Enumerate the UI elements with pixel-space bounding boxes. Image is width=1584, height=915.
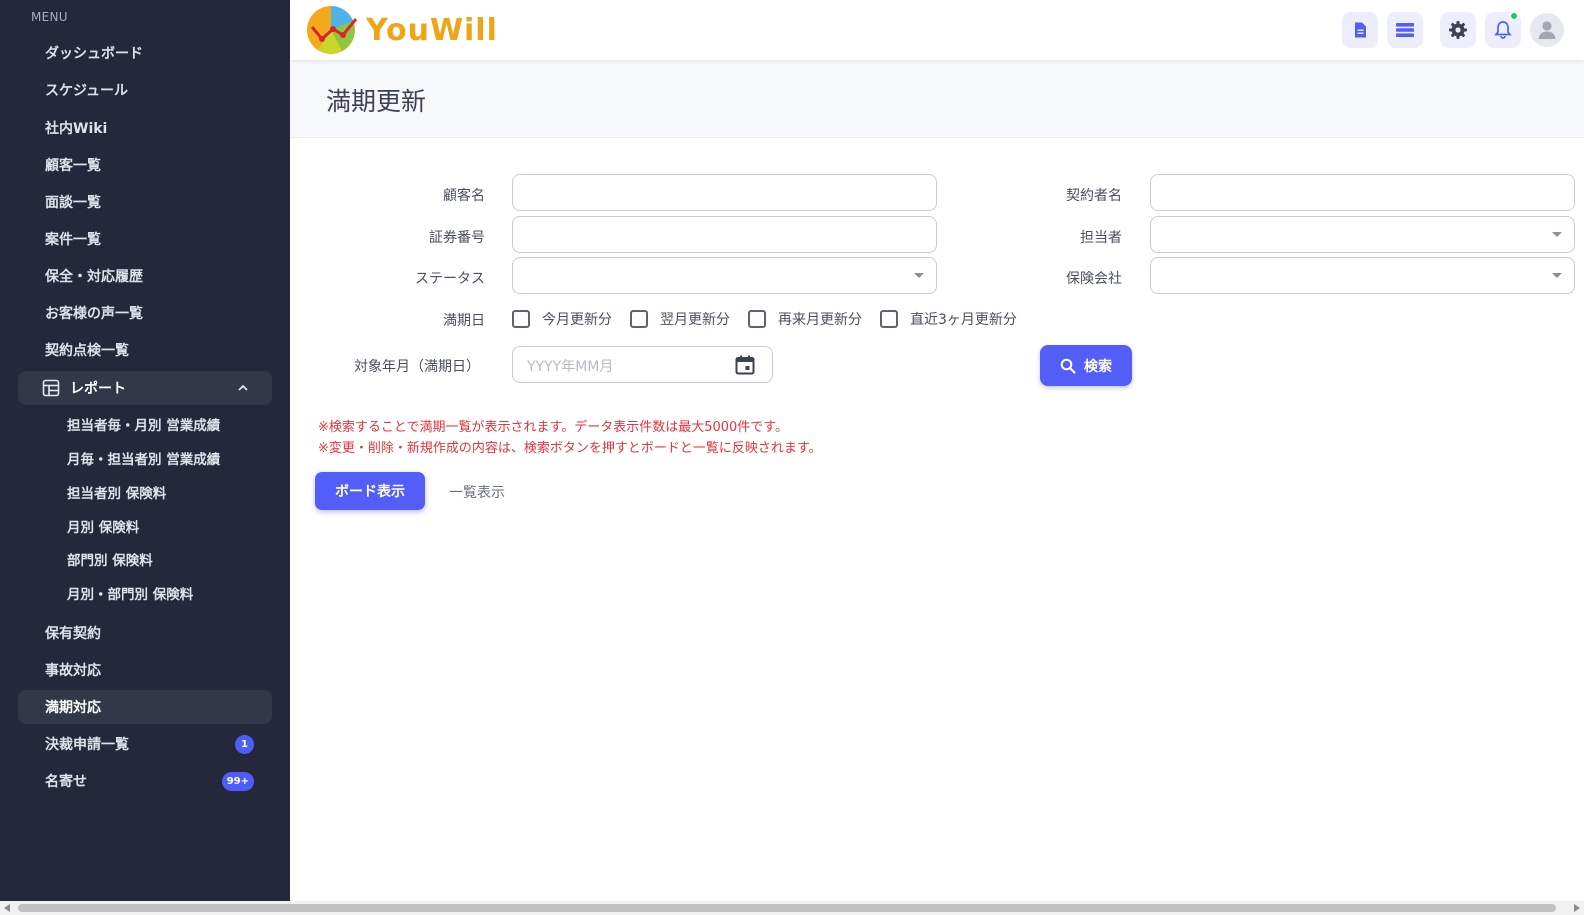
- checkbox-month-after-next[interactable]: 再来月更新分: [748, 309, 862, 329]
- gear-icon: [1449, 21, 1467, 39]
- bell-icon: [1494, 21, 1512, 39]
- approvals-count-badge: 1: [235, 735, 254, 754]
- maturity-checkbox-group: 今月更新分 翌月更新分 再来月更新分 直近3ヶ月更新分: [512, 309, 1035, 329]
- sidebar-subitem-sales-by-month-person[interactable]: 月毎・担当者別 営業成績: [67, 447, 220, 469]
- customer-name-label: 顧客名: [443, 188, 485, 204]
- settings-button[interactable]: [1440, 12, 1476, 48]
- sidebar-item-dashboard[interactable]: ダッシュボード: [18, 36, 272, 70]
- search-button[interactable]: 検索: [1040, 345, 1132, 386]
- notifications-button[interactable]: [1485, 12, 1521, 48]
- top-header: YouWill: [290, 0, 1584, 60]
- sidebar-item-accidents[interactable]: 事故対応: [18, 653, 272, 687]
- sidebar-item-name-merge-label: 名寄せ: [45, 774, 87, 790]
- checkbox-this-month-label: 今月更新分: [542, 312, 612, 328]
- menu-header: MENU: [31, 10, 68, 24]
- logo-mark-icon: [307, 6, 358, 54]
- report-icon: [42, 379, 60, 397]
- checkbox-next-month-label: 翌月更新分: [660, 312, 730, 328]
- sidebar-subitem-premium-by-month[interactable]: 月別 保険料: [67, 515, 139, 537]
- maturity-date-label: 満期日: [443, 313, 485, 329]
- sidebar-item-customers[interactable]: 顧客一覧: [18, 148, 272, 182]
- logo[interactable]: YouWill: [306, 5, 498, 55]
- sidebar-item-customer-voices[interactable]: お客様の声一覧: [18, 296, 272, 330]
- sidebar-item-approvals-label: 決裁申請一覧: [45, 737, 129, 753]
- sidebar-item-maintenance-history[interactable]: 保全・対応履歴: [18, 259, 272, 293]
- checkbox-month-after-next-label: 再来月更新分: [778, 312, 862, 328]
- checkbox-next-month-box[interactable]: [630, 310, 648, 328]
- tab-board-view[interactable]: ボード表示: [315, 472, 425, 510]
- target-month-input[interactable]: YYYY年MM月: [512, 346, 773, 383]
- target-month-label: 対象年月（満期日）: [354, 359, 480, 375]
- checkbox-this-month-box[interactable]: [512, 310, 530, 328]
- insurer-label: 保険会社: [1066, 271, 1122, 287]
- assignee-label: 担当者: [1080, 230, 1122, 246]
- insurer-select[interactable]: [1150, 257, 1575, 294]
- sidebar-subitem-premium-by-month-department[interactable]: 月別・部門別 保険料: [67, 582, 193, 604]
- sidebar-subitem-premium-by-department[interactable]: 部門別 保険料: [67, 548, 153, 570]
- sidebar-subitem-sales-by-person-month[interactable]: 担当者毎・月別 営業成績: [67, 413, 220, 435]
- checkbox-month-after-next-box[interactable]: [748, 310, 766, 328]
- checkbox-this-month[interactable]: 今月更新分: [512, 309, 612, 329]
- sidebar-subitem-premium-by-person[interactable]: 担当者別 保険料: [67, 481, 166, 503]
- search-note-line-1: ※検索することで満期一覧が表示されます。データ表示件数は最大5000件です。: [318, 420, 788, 435]
- sidebar-group-report[interactable]: レポート: [18, 371, 272, 405]
- contractor-name-label: 契約者名: [1066, 188, 1122, 204]
- status-select[interactable]: [512, 257, 937, 294]
- avatar[interactable]: [1530, 13, 1564, 47]
- status-dropdown-icon: [914, 273, 924, 278]
- status-label: ステータス: [415, 271, 485, 287]
- sidebar-item-wiki[interactable]: 社内Wiki: [18, 111, 272, 145]
- search-button-label: 検索: [1084, 358, 1112, 375]
- sidebar-item-cases[interactable]: 案件一覧: [18, 222, 272, 256]
- list-icon: [1396, 23, 1414, 37]
- name-merge-count-badge: 99+: [221, 772, 254, 791]
- sidebar-item-approvals[interactable]: 決裁申請一覧 1: [18, 727, 272, 761]
- checkbox-recent-3-months-label: 直近3ヶ月更新分: [910, 312, 1017, 328]
- sidebar-item-name-merge[interactable]: 名寄せ 99+: [18, 764, 272, 798]
- document-button[interactable]: [1342, 12, 1378, 48]
- sidebar: MENU ダッシュボード スケジュール 社内Wiki 顧客一覧 面談一覧 案件一…: [0, 0, 290, 901]
- page-title-band: 満期更新: [290, 60, 1584, 138]
- policy-number-input[interactable]: [512, 216, 937, 253]
- sidebar-item-holdings[interactable]: 保有契約: [18, 616, 272, 650]
- sidebar-group-report-label: レポート: [70, 381, 126, 397]
- scrollbar-thumb[interactable]: [18, 904, 1556, 912]
- scroll-right-arrow-icon[interactable]: [1574, 904, 1580, 912]
- sidebar-item-interviews[interactable]: 面談一覧: [18, 185, 272, 219]
- target-month-placeholder: YYYY年MM月: [527, 359, 614, 375]
- user-icon: [1538, 21, 1556, 39]
- checkbox-recent-3-months[interactable]: 直近3ヶ月更新分: [880, 309, 1017, 329]
- customer-name-input[interactable]: [512, 174, 937, 211]
- insurer-dropdown-icon: [1552, 273, 1562, 278]
- horizontal-scrollbar[interactable]: [0, 901, 1584, 915]
- sidebar-item-contract-checks[interactable]: 契約点検一覧: [18, 333, 272, 367]
- checkbox-recent-3-months-box[interactable]: [880, 310, 898, 328]
- checkbox-next-month[interactable]: 翌月更新分: [630, 309, 730, 329]
- search-icon: [1060, 358, 1076, 374]
- policy-number-label: 証券番号: [429, 230, 485, 246]
- calendar-icon[interactable]: [734, 354, 756, 376]
- notification-dot: [1510, 12, 1518, 20]
- document-icon: [1355, 22, 1366, 38]
- assignee-dropdown-icon: [1552, 232, 1562, 237]
- scroll-left-arrow-icon[interactable]: [4, 904, 10, 912]
- assignee-select[interactable]: [1150, 216, 1575, 253]
- list-view-button[interactable]: [1387, 12, 1423, 48]
- sidebar-item-maturity[interactable]: 満期対応: [18, 690, 272, 724]
- chevron-up-icon[interactable]: [236, 381, 250, 395]
- page-title: 満期更新: [326, 87, 427, 116]
- contractor-name-input[interactable]: [1150, 174, 1575, 211]
- sidebar-item-schedule[interactable]: スケジュール: [18, 73, 272, 107]
- logo-text: YouWill: [366, 12, 498, 48]
- tab-list-view[interactable]: 一覧表示: [449, 482, 505, 502]
- search-note-line-2: ※変更・削除・新規作成の内容は、検索ボタンを押すとボードと一覧に反映されます。: [318, 441, 822, 456]
